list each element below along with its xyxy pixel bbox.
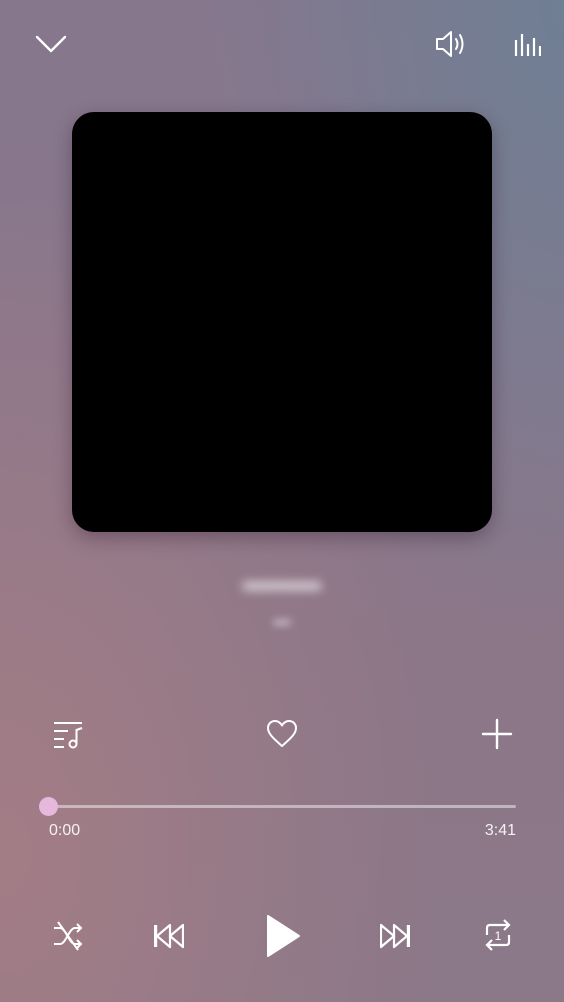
chevron-down-icon (35, 35, 67, 53)
equalizer-icon (514, 34, 541, 56)
current-time: 0:00 (49, 822, 81, 839)
volume-icon (436, 31, 464, 57)
playlist-button[interactable] (46, 712, 90, 756)
equalizer-button[interactable] (506, 24, 548, 66)
artist-name-blurred: ▬ (273, 610, 291, 629)
repeat-button[interactable]: 1 (476, 912, 520, 958)
progress-thumb[interactable] (38, 797, 58, 816)
volume-button[interactable] (428, 22, 474, 66)
repeat-one-badge: 1 (495, 929, 502, 943)
song-title-blurred: ▬▬▬ (243, 566, 321, 596)
skip-next-icon (380, 923, 410, 949)
plus-icon (481, 718, 513, 750)
collapse-button[interactable] (28, 24, 74, 64)
shuffle-button[interactable] (48, 914, 88, 958)
play-button[interactable] (256, 906, 310, 966)
progress-bar[interactable] (48, 805, 516, 808)
previous-button[interactable] (146, 914, 190, 958)
album-artwork (72, 112, 492, 532)
favorite-button[interactable] (260, 712, 304, 756)
next-button[interactable] (374, 914, 418, 958)
skip-previous-icon (154, 923, 184, 949)
heart-icon (267, 720, 297, 747)
total-time: 3:41 (484, 822, 516, 839)
shuffle-off-icon (54, 921, 83, 951)
play-icon (267, 915, 300, 957)
playlist-music-icon (54, 722, 83, 749)
add-to-playlist-button[interactable] (474, 712, 520, 756)
repeat-one-icon: 1 (485, 919, 511, 951)
